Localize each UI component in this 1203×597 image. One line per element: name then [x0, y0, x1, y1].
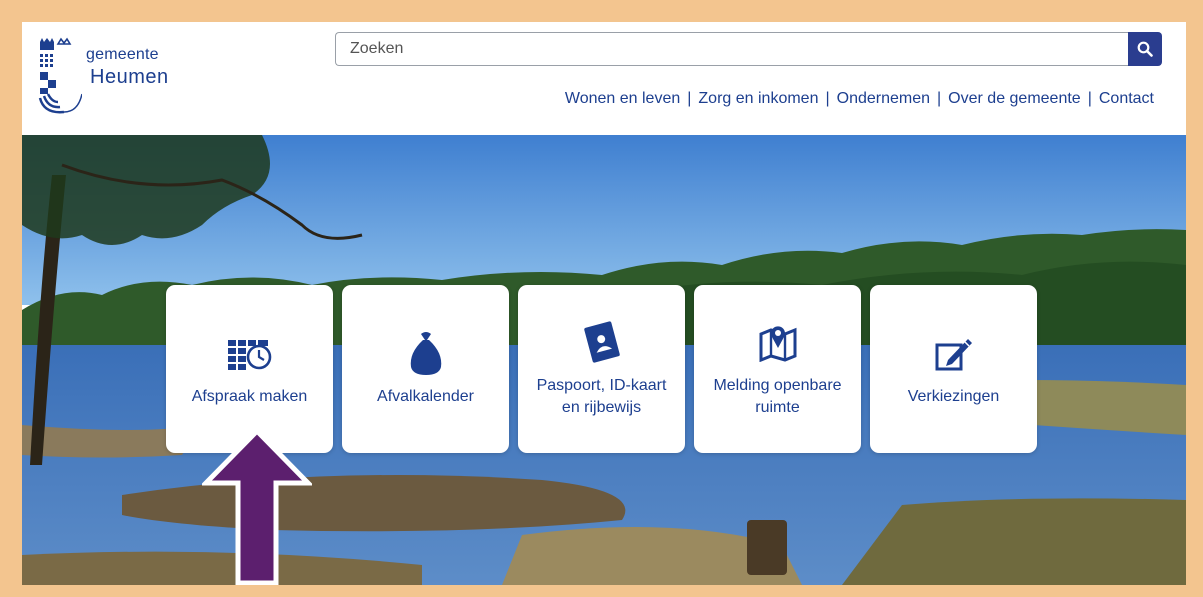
nav-item-contact[interactable]: Contact	[1099, 90, 1154, 108]
garbage-bag-icon	[403, 330, 449, 376]
map-marker-icon	[755, 319, 801, 365]
page-frame: gemeente Heumen Wonen en leven | Zorg en…	[22, 22, 1186, 585]
nav-separator: |	[1087, 90, 1092, 107]
tile-label: Paspoort, ID-kaart en rijbewijs	[536, 377, 667, 416]
tile-verkiezingen[interactable]: Verkiezingen	[870, 285, 1037, 453]
tile-label: Verkiezingen	[907, 388, 1000, 405]
nav-separator: |	[937, 90, 942, 107]
search-input[interactable]	[336, 33, 1128, 65]
tile-label: Afspraak maken	[191, 388, 308, 405]
header: gemeente Heumen Wonen en leven | Zorg en…	[22, 22, 1186, 135]
heumen-coat-of-arms-icon	[38, 37, 82, 114]
nav-item-zorg-en-inkomen[interactable]: Zorg en inkomen	[698, 90, 818, 108]
logo-line1: gemeente	[86, 46, 159, 63]
tile-label: Afvalkalender	[377, 388, 474, 405]
search-button[interactable]	[1128, 32, 1162, 66]
nav-separator: |	[825, 90, 830, 107]
tile-paspoort[interactable]: Paspoort, ID-kaart en rijbewijs	[518, 285, 685, 453]
nav-item-wonen-en-leven[interactable]: Wonen en leven	[565, 90, 680, 108]
tile-label: Melding openbare ruimte	[713, 377, 842, 416]
logo-line2: Heumen	[90, 66, 169, 88]
logo[interactable]: gemeente Heumen	[38, 36, 198, 122]
main-nav: Wonen en leven | Zorg en inkomen | Onder…	[565, 90, 1154, 108]
search-icon	[1137, 41, 1153, 57]
tile-melding-openbare-ruimte[interactable]: Melding openbare ruimte	[694, 285, 861, 453]
search-field	[335, 32, 1128, 66]
ballot-pencil-icon	[931, 330, 977, 376]
hero-image: Afspraak maken Afvalkalender Paspoort, I…	[22, 135, 1186, 585]
nav-separator: |	[687, 90, 692, 107]
nav-item-ondernemen[interactable]: Ondernemen	[837, 90, 930, 108]
nav-item-over-de-gemeente[interactable]: Over de gemeente	[948, 90, 1081, 108]
passport-icon	[579, 319, 625, 365]
calendar-clock-icon	[227, 330, 273, 376]
tile-afvalkalender[interactable]: Afvalkalender	[342, 285, 509, 453]
arrow-up-icon	[202, 427, 312, 585]
